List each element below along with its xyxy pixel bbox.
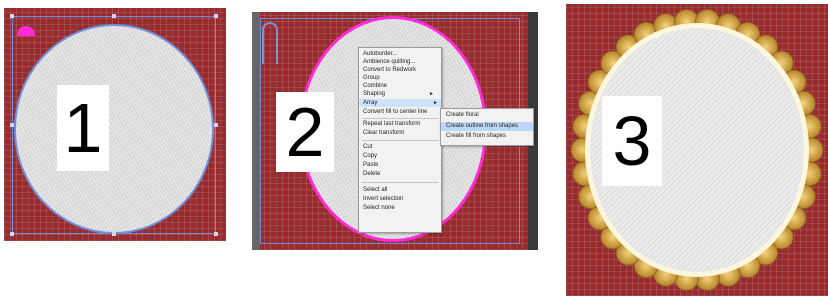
menu-separator xyxy=(362,140,438,141)
design-canvas-step-3[interactable]: 3 xyxy=(566,4,828,296)
menu-item-ambience-quilting[interactable]: Ambience quilting... xyxy=(363,58,415,66)
submenu-item-create-fill-from-shapes[interactable]: Create fill from shapes xyxy=(446,132,506,141)
menu-item-paste[interactable]: Paste xyxy=(363,161,378,169)
menu-item-clear-transform[interactable]: Clear transform xyxy=(363,129,404,137)
resize-handle[interactable] xyxy=(10,14,14,18)
canvas-left-edge xyxy=(252,12,260,250)
submenu-arrow-icon: ► xyxy=(429,91,434,97)
resize-handle[interactable] xyxy=(214,123,218,127)
step-number-label: 3 xyxy=(602,96,662,186)
menu-item-select-none[interactable]: Select none xyxy=(363,204,395,212)
context-menu: Autoborder... Ambience quilting... Conve… xyxy=(358,47,442,233)
menu-item-invert-selection[interactable]: Invert selection xyxy=(363,195,403,203)
menu-item-group[interactable]: Group xyxy=(363,74,380,82)
resize-handle[interactable] xyxy=(214,14,218,18)
menu-item-select-all[interactable]: Select all xyxy=(363,186,387,194)
design-canvas-step-2[interactable]: 2 Autoborder... Ambience quilting... Con… xyxy=(252,12,538,250)
menu-item-combine[interactable]: Combine xyxy=(363,82,387,90)
submenu-arrow-icon: ► xyxy=(433,100,438,106)
resize-handle[interactable] xyxy=(10,123,14,127)
menu-item-cut[interactable]: Cut xyxy=(363,143,372,151)
step-number-label: 1 xyxy=(57,85,109,171)
resize-handle[interactable] xyxy=(10,232,14,236)
resize-handle[interactable] xyxy=(112,232,116,236)
menu-separator xyxy=(362,182,438,183)
menu-item-autoborder[interactable]: Autoborder... xyxy=(363,50,397,58)
array-submenu: Create floral Create outline from shapes… xyxy=(440,108,534,146)
menu-item-convert-fill-to-center-line[interactable]: Convert fill to center line xyxy=(363,108,427,116)
step-number-label: 2 xyxy=(276,92,334,172)
menu-item-delete[interactable]: Delete xyxy=(363,170,380,178)
menu-item-array[interactable]: Array ► xyxy=(359,99,441,107)
menu-item-repeat-last-transform[interactable]: Repeat last transform xyxy=(363,120,420,128)
resize-handle[interactable] xyxy=(112,14,116,18)
submenu-item-create-outline-from-shapes[interactable]: Create outline from shapes xyxy=(441,122,533,131)
circle-shape[interactable] xyxy=(14,24,214,234)
design-canvas-step-1[interactable]: 1 xyxy=(4,8,226,241)
submenu-item-create-floral[interactable]: Create floral xyxy=(446,111,479,120)
menu-item-label: Shaping xyxy=(363,91,386,97)
menu-item-label: Array xyxy=(363,100,378,106)
menu-item-convert-to-redwork[interactable]: Convert to Redwork xyxy=(363,66,416,74)
menu-separator xyxy=(362,118,438,119)
menu-item-copy[interactable]: Copy xyxy=(363,152,377,160)
resize-handle[interactable] xyxy=(214,232,218,236)
menu-item-shaping[interactable]: Shaping ► xyxy=(363,90,437,98)
